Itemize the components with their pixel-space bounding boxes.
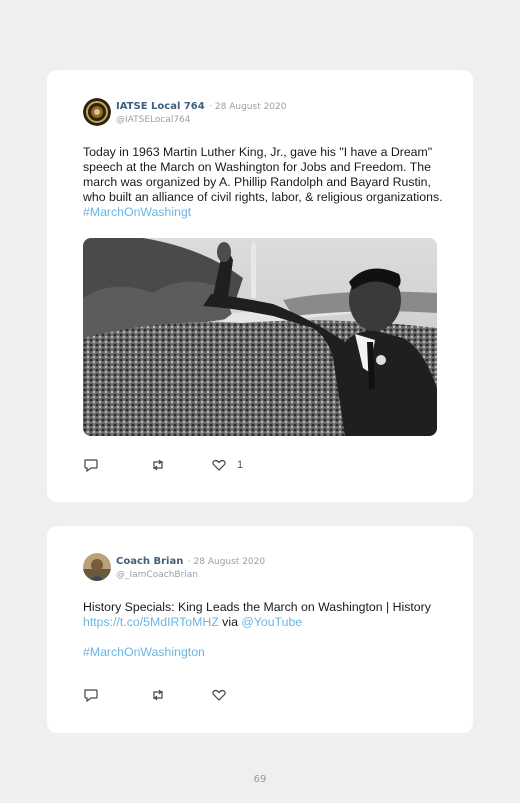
retweet-icon[interactable]	[150, 688, 166, 702]
tweet-card: IATSE Local 764 · 28 August 2020 @IATSEL…	[47, 70, 473, 502]
tweet-date[interactable]: · 28 August 2020	[209, 102, 286, 112]
tweet-actions: 1	[83, 458, 243, 472]
hashtag-link[interactable]: #MarchOnWashington	[83, 645, 443, 660]
tweet-body: History Specials: King Leads the March o…	[83, 600, 431, 614]
tweet-header: IATSE Local 764 · 28 August 2020 @IATSEL…	[83, 98, 286, 127]
author-handle[interactable]: @_IamCoachBrian	[116, 569, 265, 582]
url-link[interactable]: https://t.co/5MdIRToMHZ	[83, 615, 219, 629]
tweet-date[interactable]: · 28 August 2020	[188, 557, 265, 567]
avatar[interactable]	[83, 553, 111, 581]
tweet-header: Coach Brian · 28 August 2020 @_IamCoachB…	[83, 553, 265, 582]
tweet-actions	[83, 688, 227, 702]
tweet-text: Today in 1963 Martin Luther King, Jr., g…	[83, 145, 443, 220]
tweet-text: History Specials: King Leads the March o…	[83, 600, 443, 660]
avatar[interactable]	[83, 98, 111, 126]
tweet-card: Coach Brian · 28 August 2020 @_IamCoachB…	[47, 526, 473, 733]
tweet-meta: IATSE Local 764 · 28 August 2020 @IATSEL…	[116, 98, 286, 127]
like-count: 1	[237, 459, 244, 471]
tweet-meta: Coach Brian · 28 August 2020 @_IamCoachB…	[116, 553, 265, 582]
mention-link[interactable]: @YouTube	[241, 615, 302, 629]
tweet-body: Today in 1963 Martin Luther King, Jr., g…	[83, 145, 443, 204]
retweet-icon[interactable]	[150, 458, 166, 472]
heart-icon[interactable]	[211, 688, 227, 702]
author-name[interactable]: Coach Brian	[116, 556, 183, 567]
reply-icon[interactable]	[83, 688, 99, 702]
page-number: 69	[253, 774, 267, 785]
tweet-photo[interactable]	[83, 238, 437, 436]
author-handle[interactable]: @IATSELocal764	[116, 114, 286, 127]
reply-icon[interactable]	[83, 458, 99, 472]
author-name[interactable]: IATSE Local 764	[116, 101, 205, 112]
heart-icon[interactable]	[211, 458, 227, 472]
hashtag-link[interactable]: #MarchOnWashingt	[83, 205, 191, 219]
via-text: via	[218, 615, 242, 629]
